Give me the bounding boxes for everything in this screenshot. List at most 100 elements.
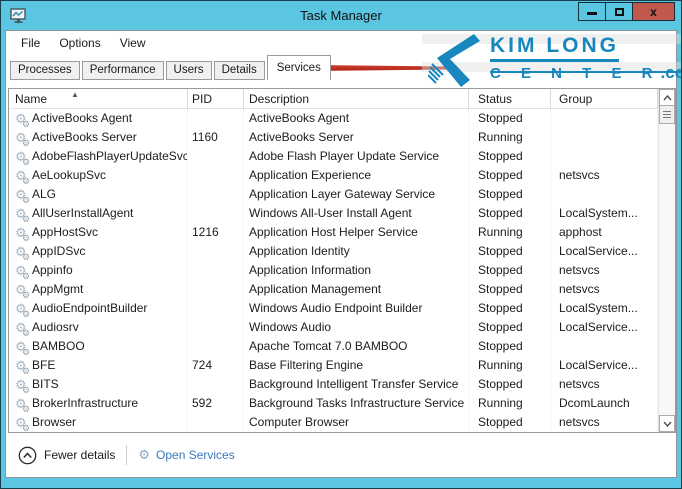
table-row[interactable]: ⚙⚙ALGApplication Layer Gateway ServiceSt… xyxy=(9,185,658,204)
service-gear-icon: ⚙⚙ xyxy=(15,225,32,241)
cell-description: ActiveBooks Agent xyxy=(244,109,469,128)
cell-group: DcomLaunch xyxy=(551,394,658,413)
table-row[interactable]: ⚙⚙ActiveBooks Server1160ActiveBooks Serv… xyxy=(9,128,658,147)
menu-item-options[interactable]: Options xyxy=(52,33,107,53)
service-gear-icon: ⚙⚙ xyxy=(15,282,32,298)
table-row[interactable]: ⚙⚙BrokerInfrastructure592Background Task… xyxy=(9,394,658,413)
column-header-description[interactable]: Description xyxy=(244,89,469,108)
service-gear-icon: ⚙⚙ xyxy=(15,130,32,146)
table-row[interactable]: ⚙⚙AllUserInstallAgentWindows All-User In… xyxy=(9,204,658,223)
tab-details[interactable]: Details xyxy=(214,61,265,80)
table-row[interactable]: ⚙⚙AdobeFlashPlayerUpdateSvcAdobe Flash P… xyxy=(9,147,658,166)
menu-item-view[interactable]: View xyxy=(113,33,153,53)
cell-status: Stopped xyxy=(469,375,551,394)
table-row[interactable]: ⚙⚙AudioEndpointBuilderWindows Audio Endp… xyxy=(9,299,658,318)
tab-performance[interactable]: Performance xyxy=(82,61,164,80)
cell-name: ⚙⚙ActiveBooks Server xyxy=(9,128,188,147)
service-name: BAMBOO xyxy=(32,337,85,356)
scrollbar-thumb[interactable] xyxy=(659,105,675,124)
gear-icon: ⚙ xyxy=(138,447,150,463)
cell-status: Running xyxy=(469,356,551,375)
tab-processes[interactable]: Processes xyxy=(10,61,80,80)
services-table: Name▲PIDDescriptionStatusGroup ⚙⚙ActiveB… xyxy=(8,88,676,433)
service-name: AppIDSvc xyxy=(32,242,85,261)
chevron-down-icon xyxy=(663,421,672,427)
service-name: AdobeFlashPlayerUpdateSvc xyxy=(32,147,188,166)
cell-name: ⚙⚙BITS xyxy=(9,375,188,394)
titlebar[interactable]: Task Manager x xyxy=(1,1,681,30)
cell-pid xyxy=(188,280,244,299)
vertical-scrollbar[interactable] xyxy=(658,89,675,432)
column-header-name[interactable]: Name ▲ xyxy=(9,89,188,108)
watermark-text-top: KIM LONG xyxy=(490,34,619,62)
service-gear-icon: ⚙⚙ xyxy=(15,320,32,336)
cell-name: ⚙⚙AllUserInstallAgent xyxy=(9,204,188,223)
cell-description: Windows Audio Endpoint Builder xyxy=(244,299,469,318)
cell-pid xyxy=(188,337,244,356)
tab-services[interactable]: Services xyxy=(267,55,331,80)
cell-status: Stopped xyxy=(469,166,551,185)
close-button[interactable]: x xyxy=(632,2,675,21)
cell-pid: 724 xyxy=(188,356,244,375)
watermark-chevron-icon xyxy=(428,34,486,93)
open-services-link[interactable]: ⚙ Open Services xyxy=(138,447,234,463)
cell-pid xyxy=(188,375,244,394)
cell-status: Stopped xyxy=(469,242,551,261)
column-header-group[interactable]: Group xyxy=(551,89,658,108)
scrollbar-up-button[interactable] xyxy=(659,89,675,106)
menu-item-file[interactable]: File xyxy=(14,33,47,53)
table-row[interactable]: ⚙⚙BAMBOOApache Tomcat 7.0 BAMBOOStopped xyxy=(9,337,658,356)
cell-name: ⚙⚙AppMgmt xyxy=(9,280,188,299)
service-gear-icon: ⚙⚙ xyxy=(15,263,32,279)
cell-group xyxy=(551,109,658,128)
service-name: ActiveBooks Server xyxy=(32,128,137,147)
table-body: ⚙⚙ActiveBooks AgentActiveBooks AgentStop… xyxy=(9,109,658,432)
cell-description: Application Host Helper Service xyxy=(244,223,469,242)
cell-group: netsvcs xyxy=(551,375,658,394)
table-row[interactable]: ⚙⚙AeLookupSvcApplication ExperienceStopp… xyxy=(9,166,658,185)
cell-name: ⚙⚙AdobeFlashPlayerUpdateSvc xyxy=(9,147,188,166)
chevron-up-icon xyxy=(663,95,672,101)
table-row[interactable]: ⚙⚙AppinfoApplication InformationStoppedn… xyxy=(9,261,658,280)
table-row[interactable]: ⚙⚙AppHostSvc1216Application Host Helper … xyxy=(9,223,658,242)
cell-pid xyxy=(188,261,244,280)
table-row[interactable]: ⚙⚙AudiosrvWindows AudioStoppedLocalServi… xyxy=(9,318,658,337)
cell-pid xyxy=(188,413,244,432)
table-row[interactable]: ⚙⚙AppIDSvcApplication IdentityStoppedLoc… xyxy=(9,242,658,261)
service-gear-icon: ⚙⚙ xyxy=(15,149,32,165)
maximize-icon xyxy=(615,8,624,16)
service-gear-icon: ⚙⚙ xyxy=(15,377,32,393)
cell-status: Running xyxy=(469,394,551,413)
cell-group: netsvcs xyxy=(551,413,658,432)
service-name: Audiosrv xyxy=(32,318,79,337)
cell-description: Application Experience xyxy=(244,166,469,185)
column-header-pid[interactable]: PID xyxy=(188,89,244,108)
table-row[interactable]: ⚙⚙ActiveBooks AgentActiveBooks AgentStop… xyxy=(9,109,658,128)
service-name: AppHostSvc xyxy=(32,223,98,242)
table-row[interactable]: ⚙⚙BFE724Base Filtering EngineRunningLoca… xyxy=(9,356,658,375)
service-gear-icon: ⚙⚙ xyxy=(15,244,32,260)
cell-pid xyxy=(188,185,244,204)
cell-status: Stopped xyxy=(469,185,551,204)
cell-status: Stopped xyxy=(469,280,551,299)
cell-name: ⚙⚙BrokerInfrastructure xyxy=(9,394,188,413)
cell-pid xyxy=(188,204,244,223)
scrollbar-down-button[interactable] xyxy=(659,415,675,432)
fewer-details-button[interactable]: Fewer details xyxy=(18,446,115,465)
column-header-status[interactable]: Status xyxy=(469,89,551,108)
cell-group xyxy=(551,147,658,166)
table-row[interactable]: ⚙⚙BITSBackground Intelligent Transfer Se… xyxy=(9,375,658,394)
sort-ascending-icon: ▲ xyxy=(71,89,79,105)
column-header-label: Name xyxy=(15,92,47,106)
service-name: AppMgmt xyxy=(32,280,83,299)
column-header-label: Status xyxy=(478,92,512,106)
tab-users[interactable]: Users xyxy=(166,61,212,80)
cell-name: ⚙⚙AppHostSvc xyxy=(9,223,188,242)
maximize-button[interactable] xyxy=(605,2,633,21)
cell-group xyxy=(551,185,658,204)
table-row[interactable]: ⚙⚙AppMgmtApplication ManagementStoppedne… xyxy=(9,280,658,299)
minimize-button[interactable] xyxy=(578,2,606,21)
table-row[interactable]: ⚙⚙BrowserComputer BrowserStoppednetsvcs xyxy=(9,413,658,432)
cell-group xyxy=(551,337,658,356)
service-name: BFE xyxy=(32,356,55,375)
